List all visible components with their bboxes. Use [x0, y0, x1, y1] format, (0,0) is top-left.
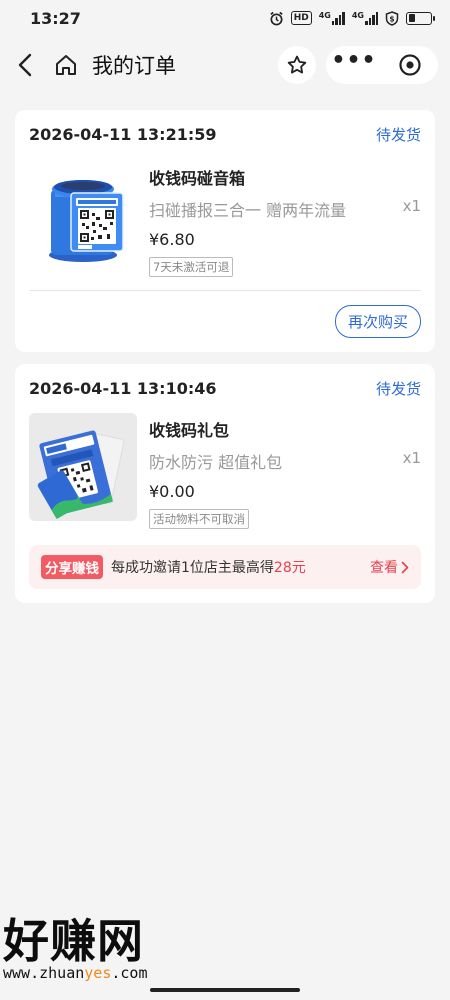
product-image [29, 161, 137, 269]
back-button[interactable] [14, 50, 36, 80]
share-amount: 28元 [273, 560, 306, 576]
mini-program-capsule: ••• [326, 46, 438, 84]
watermark: 好赚网 www.zhuanyes.com [3, 916, 148, 982]
divider [29, 290, 421, 291]
home-button[interactable] [54, 50, 80, 80]
status-bar: 13:27 HD 4G 4G $ [0, 0, 450, 36]
favorite-button[interactable] [278, 46, 316, 84]
more-button[interactable]: ••• [326, 46, 382, 84]
watermark-url: www.zhuanyes.com [3, 964, 148, 982]
watermark-logo: 好赚网 [3, 914, 144, 968]
share-badge: 分享赚钱 [41, 555, 103, 579]
product-tag: 活动物料不可取消 [149, 509, 249, 529]
home-icon [56, 55, 76, 75]
star-icon [287, 55, 307, 74]
home-indicator[interactable] [150, 988, 300, 992]
product-name: 收钱码碰音箱 [149, 169, 246, 188]
page-title: 我的订单 [92, 54, 176, 78]
order-time: 2026-04-11 13:21:59 [29, 125, 217, 144]
alarm-icon [269, 11, 284, 25]
product-price: ¥0.00 [149, 482, 195, 501]
more-icon: ••• [331, 48, 377, 73]
share-earn-banner[interactable]: 分享赚钱 每成功邀请1位店主最高得28元 查看 [29, 545, 421, 589]
product-description: 防水防污 超值礼包 [149, 453, 283, 472]
rebuy-button[interactable]: 再次购买 [334, 305, 421, 338]
share-view-link[interactable]: 查看 [370, 557, 409, 577]
battery-icon [406, 11, 435, 25]
nav-bar: 我的订单 ••• [0, 36, 450, 94]
product-quantity: x1 [402, 449, 421, 467]
chevron-right-icon [401, 561, 409, 573]
order-card[interactable]: 2026-04-11 13:21:59 待发货 收钱码碰音箱 扫碰播报三合一 赠… [15, 110, 435, 352]
product-description: 扫碰播报三合一 赠两年流量 [149, 201, 347, 220]
status-time: 13:27 [30, 8, 81, 28]
product-image [29, 413, 137, 521]
product-name: 收钱码礼包 [149, 421, 230, 440]
order-status: 待发货 [375, 380, 421, 398]
signal-icon-1: 4G [319, 11, 345, 25]
order-card[interactable]: 2026-04-11 13:10:46 待发货 收钱码礼包 防水防污 超值礼包 … [15, 364, 435, 603]
signal-icon-2: 4G [352, 11, 378, 25]
chevron-left-icon [18, 53, 32, 77]
close-program-button[interactable] [382, 46, 438, 84]
order-status: 待发货 [375, 126, 421, 144]
hd-icon: HD [290, 11, 312, 25]
share-text: 每成功邀请1位店主最高得28元 [111, 560, 306, 576]
product-tag: 7天未激活可退 [149, 257, 234, 277]
svg-text:$: $ [389, 14, 394, 23]
product-quantity: x1 [402, 197, 421, 215]
order-time: 2026-04-11 13:10:46 [29, 379, 217, 398]
shield-dollar-icon: $ [385, 10, 399, 26]
status-icons: HD 4G 4G $ [269, 10, 435, 26]
order-item[interactable]: 收钱码碰音箱 扫碰播报三合一 赠两年流量 x1 ¥6.80 7天未激活可退 [29, 161, 421, 277]
product-price: ¥6.80 [149, 230, 195, 249]
order-item[interactable]: 收钱码礼包 防水防污 超值礼包 x1 ¥0.00 活动物料不可取消 [29, 413, 421, 529]
target-icon [399, 54, 421, 76]
